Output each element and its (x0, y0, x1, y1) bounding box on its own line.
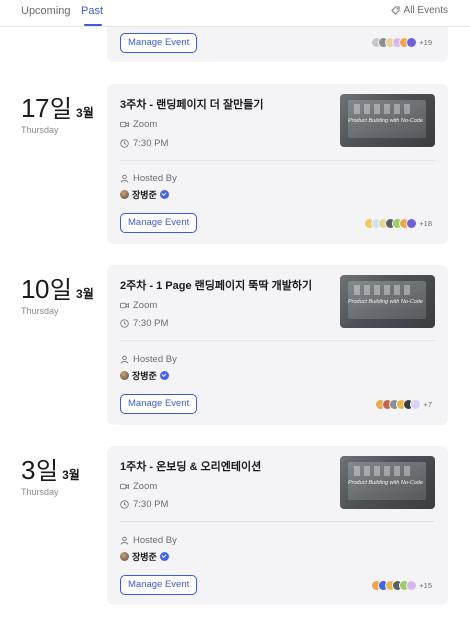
event-platform-label: Zoom (133, 300, 158, 311)
event-title[interactable]: 3주차 - 랜딩페이지 더 잘만들기 (120, 96, 263, 112)
host[interactable]: 장병준 (120, 550, 169, 563)
tag-icon (390, 6, 400, 15)
card-divider (120, 340, 435, 341)
verified-badge-icon (159, 371, 169, 380)
host-name: 장병준 (132, 190, 157, 200)
hosted-by-label: Hosted By (133, 535, 177, 546)
all-events-label: All Events (403, 5, 448, 16)
hosted-by: Hosted By (120, 354, 177, 365)
person-icon (120, 355, 129, 364)
thumbnail-caption: Product Building with No-Code (348, 299, 423, 305)
event-weekday: Thursday (21, 125, 59, 135)
event-time-label: 7:30 PM (133, 499, 169, 510)
hosted-by: Hosted By (120, 173, 177, 184)
event-month: 3월 (76, 106, 94, 120)
verified-badge-icon (159, 190, 169, 199)
event-day-suffix: 일 (35, 458, 59, 485)
host-name: 장병준 (132, 371, 157, 381)
tab-past[interactable]: Past (81, 5, 103, 17)
active-tab-indicator (84, 24, 102, 26)
attendee-avatars[interactable]: +15 (371, 580, 432, 591)
host[interactable]: 장병준 (120, 369, 169, 382)
event-time-label: 7:30 PM (133, 318, 169, 329)
card-divider (120, 160, 435, 161)
event-weekday: Thursday (21, 487, 59, 497)
person-icon (120, 536, 129, 545)
event-time: 7:30 PM (120, 138, 168, 149)
thumbnail-caption: Product Building with No-Code (348, 118, 423, 124)
event-card[interactable]: 1주차 - 온보딩 & 오리엔테이션 Zoom 7:30 PM Hosted B… (107, 446, 448, 605)
event-weekday: Thursday (21, 306, 59, 316)
attendee-avatars[interactable]: +18 (364, 218, 432, 229)
event-card[interactable]: 2주차 - 1 Page 랜딩페이지 뚝딱 개발하기 Zoom 7:30 PM … (107, 265, 448, 425)
event-platform: Zoom (120, 481, 157, 492)
thumbnail-caption: Product Building with No-Code (348, 480, 423, 486)
host-avatar (120, 371, 129, 380)
event-thumbnail: Product Building with No-Code (340, 94, 435, 147)
event-title[interactable]: 1주차 - 온보딩 & 오리엔테이션 (120, 458, 261, 474)
manage-event-button[interactable]: Manage Event (120, 33, 198, 53)
event-time-label: 7:30 PM (133, 138, 169, 149)
event-platform: Zoom (120, 119, 157, 130)
all-events-link[interactable]: All Events (390, 5, 448, 16)
video-icon (120, 483, 129, 490)
event-date: 3일 3월 Thursday (21, 451, 80, 497)
event-time: 7:30 PM (120, 318, 168, 329)
person-icon (120, 174, 129, 183)
attendee-extra-count: +15 (419, 581, 432, 590)
event-thumbnail: Product Building with No-Code (340, 456, 435, 509)
event-thumbnail: Product Building with No-Code (340, 275, 435, 328)
clock-icon (120, 500, 129, 509)
event-platform-label: Zoom (133, 119, 158, 130)
event-day-suffix: 일 (49, 96, 73, 123)
manage-event-button[interactable]: Manage Event (120, 575, 198, 595)
event-card[interactable]: 3주차 - 랜딩페이지 더 잘만들기 Zoom 7:30 PM Hosted B… (107, 84, 448, 244)
card-divider (120, 521, 435, 522)
event-platform: Zoom (120, 300, 157, 311)
attendee-avatar (410, 399, 422, 410)
event-title[interactable]: 2주차 - 1 Page 랜딩페이지 뚝딱 개발하기 (120, 277, 312, 293)
attendee-extra-count: +19 (419, 38, 432, 47)
event-day: 17 (21, 93, 49, 123)
tab-upcoming[interactable]: Upcoming (21, 5, 71, 17)
hosted-by-label: Hosted By (133, 173, 177, 184)
hosted-by-label: Hosted By (133, 354, 177, 365)
video-icon (120, 302, 129, 309)
attendee-avatars[interactable]: +7 (375, 399, 432, 410)
manage-event-button[interactable]: Manage Event (120, 394, 198, 414)
host-avatar (120, 190, 129, 199)
hosted-by: Hosted By (120, 535, 177, 546)
attendee-avatar (406, 580, 418, 591)
clock-icon (120, 319, 129, 328)
attendee-avatars[interactable]: +19 (371, 37, 432, 48)
top-tab-bar: Upcoming Past All Events (0, 0, 470, 27)
event-time: 7:30 PM (120, 499, 168, 510)
event-month: 3월 (76, 287, 94, 301)
event-day-suffix: 일 (49, 277, 73, 304)
verified-badge-icon (159, 552, 169, 561)
video-icon (120, 121, 129, 128)
event-day: 3 (21, 455, 35, 485)
host[interactable]: 장병준 (120, 188, 169, 201)
event-date: 10일 3월 Thursday (21, 270, 94, 316)
attendee-extra-count: +18 (419, 219, 432, 228)
manage-event-button[interactable]: Manage Event (120, 213, 198, 233)
clock-icon (120, 139, 129, 148)
event-day: 10 (21, 274, 49, 304)
attendee-extra-count: +7 (423, 400, 432, 409)
event-month: 3월 (62, 468, 80, 482)
event-date: 17일 3월 Thursday (21, 89, 94, 135)
attendee-avatar (406, 37, 418, 48)
event-platform-label: Zoom (133, 481, 158, 492)
host-avatar (120, 552, 129, 561)
host-name: 장병준 (132, 552, 157, 562)
attendee-avatar (406, 218, 418, 229)
